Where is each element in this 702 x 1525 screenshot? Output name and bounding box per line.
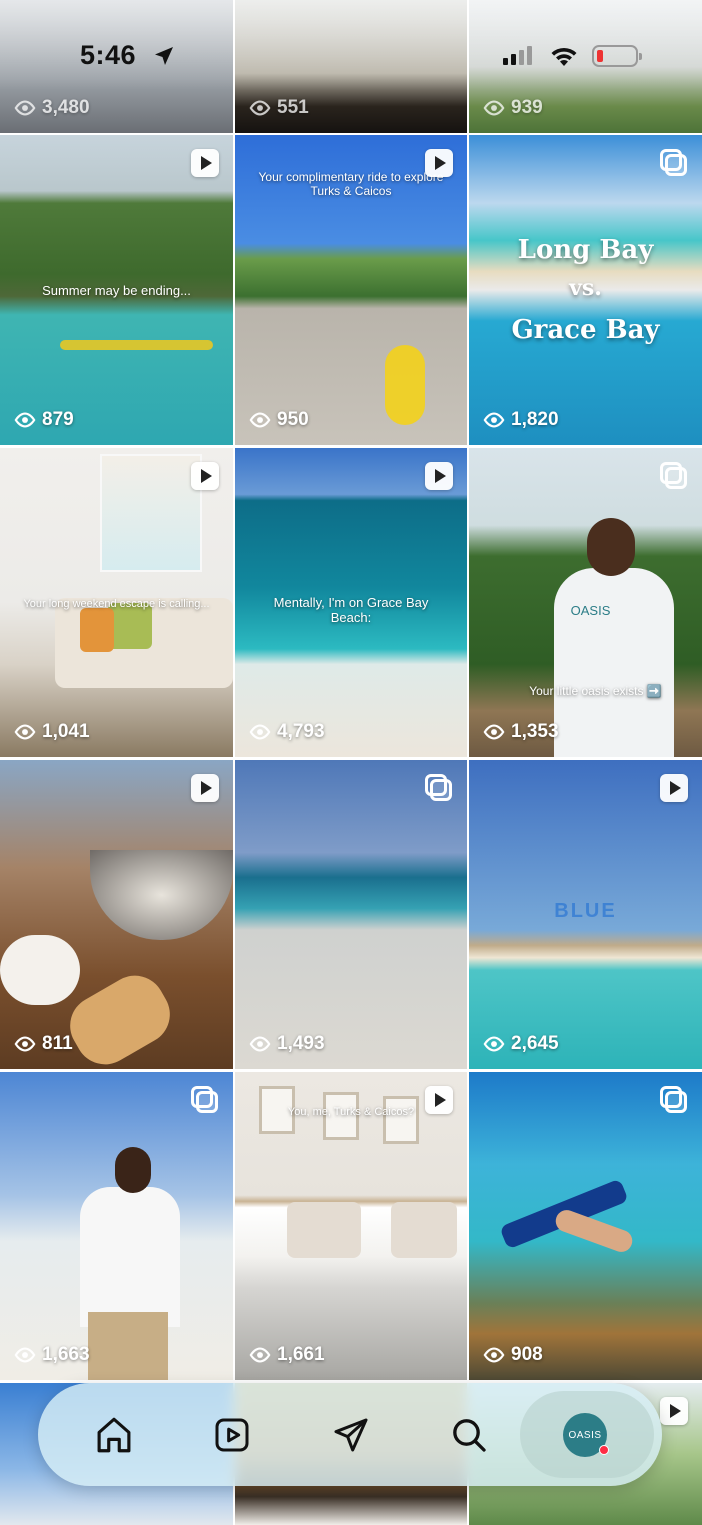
post-caption: Mentally, I'm on Grace Bay Beach:: [273, 595, 429, 625]
view-count: 908: [511, 1344, 543, 1365]
view-count: 879: [42, 409, 74, 430]
views-icon: [14, 724, 36, 740]
send-icon[interactable]: [328, 1412, 374, 1458]
status-bar: 5:46: [0, 0, 702, 90]
view-count: 1,661: [277, 1344, 325, 1365]
views-icon: [483, 412, 505, 428]
watermark-text: BLUE: [554, 900, 617, 922]
post-tile[interactable]: Long Bay vs. Grace Bay 1,820: [469, 135, 702, 445]
profile-tab[interactable]: OASIS: [520, 1391, 654, 1478]
view-count: 1,493: [277, 1033, 325, 1054]
carousel-icon: [660, 1086, 688, 1114]
views-icon: [249, 1036, 271, 1052]
bottom-nav: OASIS: [38, 1383, 662, 1486]
post-title: Long Bay: [517, 235, 654, 265]
views-icon: [14, 100, 36, 116]
post-tile[interactable]: Summer may be ending... 879: [0, 135, 233, 445]
reel-icon: [191, 462, 219, 490]
reel-icon: [425, 149, 453, 177]
reel-icon: [191, 149, 219, 177]
post-tile[interactable]: Mentally, I'm on Grace Bay Beach: 4,793: [235, 448, 467, 757]
shirt-logo: OASIS: [570, 603, 611, 618]
views-icon: [14, 1347, 36, 1363]
carousel-icon: [660, 462, 688, 490]
reel-icon: [425, 1086, 453, 1114]
post-caption: Your long weekend escape is calling...: [23, 598, 210, 610]
view-count: 3,480: [42, 97, 90, 118]
post-tile[interactable]: Your long weekend escape is calling... 1…: [0, 448, 233, 757]
view-count: 4,793: [277, 721, 325, 742]
post-tile[interactable]: Your complimentary ride to explore Turks…: [235, 135, 467, 445]
view-count: 1,353: [511, 721, 559, 742]
post-title: vs.: [569, 275, 602, 301]
view-count: 1,041: [42, 721, 90, 742]
views-icon: [14, 1036, 36, 1052]
cellular-signal-icon: [503, 46, 532, 65]
wifi-icon: [551, 47, 577, 66]
reel-icon: [425, 462, 453, 490]
battery-icon: [592, 45, 642, 67]
reels-icon[interactable]: [209, 1412, 255, 1458]
view-count: 1,663: [42, 1344, 90, 1365]
post-caption: Summer may be ending...: [42, 283, 191, 298]
views-icon: [483, 1347, 505, 1363]
post-tile[interactable]: BLUE 2,645: [469, 760, 702, 1069]
carousel-icon: [191, 1086, 219, 1114]
views-icon: [249, 412, 271, 428]
view-count: 2,645: [511, 1033, 559, 1054]
home-icon[interactable]: [91, 1412, 137, 1458]
search-icon[interactable]: [446, 1412, 492, 1458]
carousel-icon: [660, 149, 688, 177]
reel-icon: [191, 774, 219, 802]
views-icon: [249, 1347, 271, 1363]
profile-post-grid: 3,480 551 939 Summer may be ending... 87…: [0, 0, 702, 1525]
view-count: 551: [277, 97, 309, 118]
post-tile[interactable]: 811: [0, 760, 233, 1069]
views-icon: [483, 100, 505, 116]
post-tile[interactable]: You, me, Turks & Caicos? 1,661: [235, 1072, 467, 1380]
post-tile[interactable]: 1,663: [0, 1072, 233, 1380]
post-caption: Your little oasis exists ➡️: [529, 684, 662, 698]
post-tile[interactable]: 1,493: [235, 760, 467, 1069]
reel-icon: [660, 1397, 688, 1425]
avatar[interactable]: OASIS: [563, 1413, 609, 1457]
views-icon: [249, 100, 271, 116]
carousel-icon: [425, 774, 453, 802]
post-tile[interactable]: 908: [469, 1072, 702, 1380]
status-time: 5:46: [80, 40, 137, 70]
notification-dot: [599, 1445, 609, 1455]
views-icon: [483, 1036, 505, 1052]
views-icon: [249, 724, 271, 740]
views-icon: [14, 412, 36, 428]
views-icon: [483, 724, 505, 740]
view-count: 950: [277, 409, 309, 430]
location-arrow-icon: [155, 47, 173, 65]
post-tile[interactable]: OASIS Your little oasis exists ➡️ 1,353: [469, 448, 702, 757]
post-title: Grace Bay: [511, 315, 660, 345]
view-count: 1,820: [511, 409, 559, 430]
avatar-text: OASIS: [568, 1429, 602, 1441]
view-count: 939: [511, 97, 543, 118]
view-count: 811: [42, 1033, 73, 1054]
reel-icon: [660, 774, 688, 802]
